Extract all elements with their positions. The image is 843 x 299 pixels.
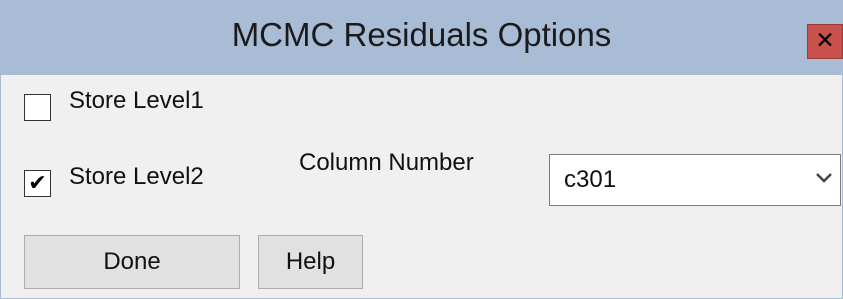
column-number-select[interactable]: c301 bbox=[549, 154, 841, 206]
store-level1-label[interactable]: Store Level1 bbox=[69, 87, 204, 115]
close-icon: ✕ bbox=[815, 28, 835, 54]
close-button[interactable]: ✕ bbox=[807, 24, 843, 59]
mcmc-residuals-options-dialog: MCMC Residuals Options ✕ Store Level1 ✔ … bbox=[0, 0, 843, 299]
help-button[interactable]: Help bbox=[258, 235, 363, 289]
done-button[interactable]: Done bbox=[24, 235, 240, 289]
store-level2-checkbox[interactable]: ✔ bbox=[24, 170, 51, 197]
column-number-value: c301 bbox=[564, 166, 617, 193]
title-bar[interactable]: MCMC Residuals Options ✕ bbox=[1, 0, 843, 75]
chevron-down-icon bbox=[816, 173, 832, 183]
dialog-title: MCMC Residuals Options bbox=[231, 16, 612, 53]
column-number-label: Column Number bbox=[299, 149, 474, 176]
store-level1-checkbox[interactable] bbox=[24, 94, 51, 121]
store-level2-label[interactable]: Store Level2 bbox=[69, 163, 204, 191]
